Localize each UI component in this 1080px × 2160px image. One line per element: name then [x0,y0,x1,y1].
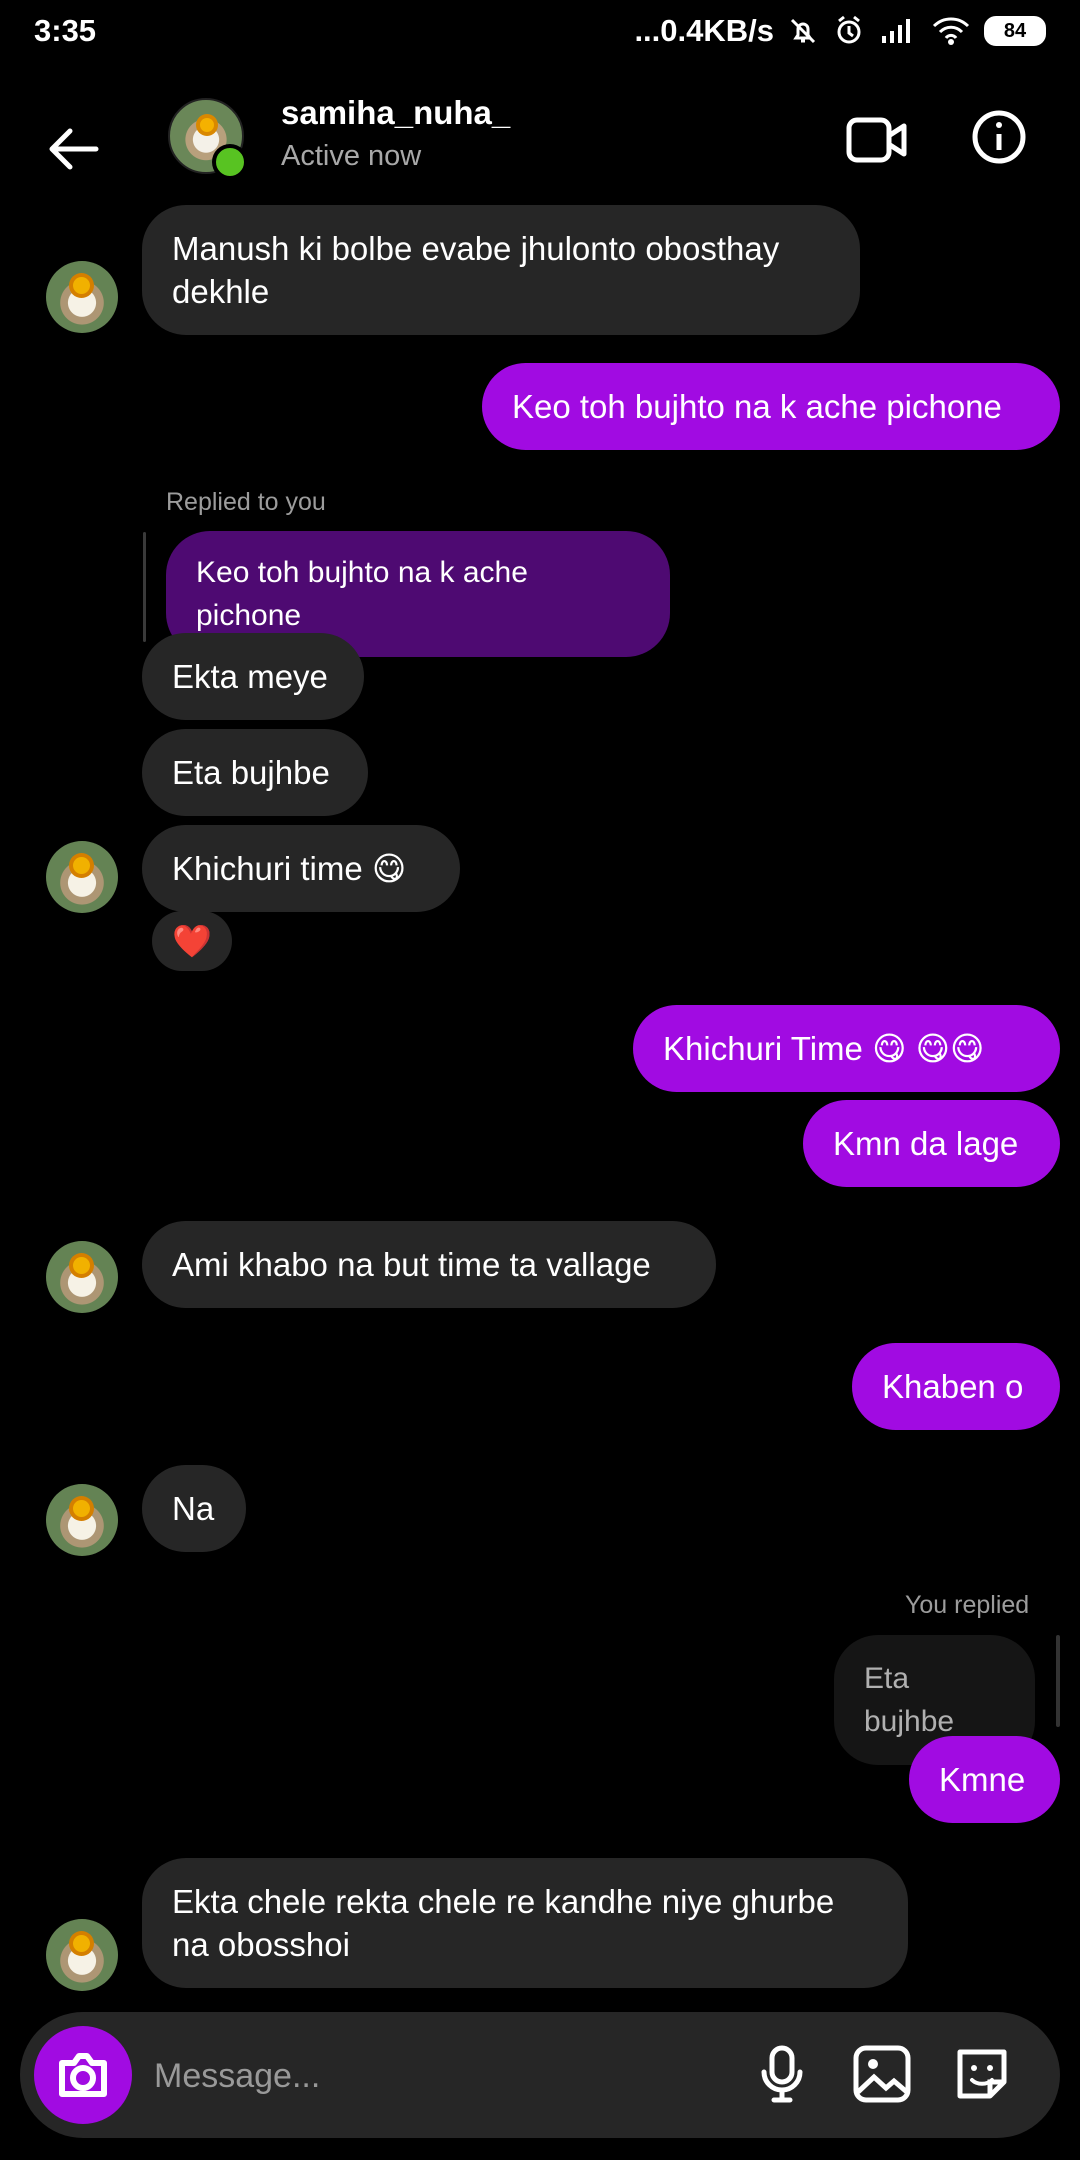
reply-line [143,532,146,642]
reply-label: You replied [905,1591,1030,1619]
sender-avatar[interactable] [46,841,118,913]
camera-icon [59,2053,107,2097]
message-composer [20,2012,1060,2138]
incoming-message[interactable]: Ami khabo na but time ta vallage [142,1221,716,1308]
gallery-icon[interactable] [850,2042,914,2106]
wifi-icon [932,17,970,45]
signal-icon [882,19,910,43]
online-status-dot [212,144,248,180]
status-icons: ...0.4KB/s 84 [634,13,1046,49]
sender-avatar[interactable] [46,1484,118,1556]
outgoing-message[interactable]: Khichuri Time 😋 😋😋 [633,1005,1060,1092]
incoming-message[interactable]: Na [142,1465,246,1552]
incoming-message[interactable]: Eta bujhbe [142,729,368,816]
outgoing-message[interactable]: Keo toh bujhto na k ache pichone [482,363,1060,450]
status-bar: 3:35 ...0.4KB/s 84 [0,0,1080,62]
incoming-message[interactable]: Khichuri time 😋 [142,825,460,912]
microphone-icon[interactable] [750,2042,814,2106]
outgoing-message[interactable]: Kmn da lage [803,1100,1060,1187]
info-icon[interactable] [970,108,1028,166]
reply-label: Replied to you [166,488,326,516]
conversation-header: samiha_nuha_ Active now [0,90,1080,220]
outgoing-message[interactable]: Khaben o [852,1343,1060,1430]
status-time: 3:35 [34,13,97,48]
alarm-icon [837,15,861,44]
reply-line [1056,1635,1060,1727]
contact-name[interactable]: samiha_nuha_ [281,94,510,132]
active-status: Active now [281,140,422,172]
sender-avatar[interactable] [46,261,118,333]
notifications-off-icon [790,18,816,44]
sender-avatar[interactable] [46,1241,118,1313]
incoming-message[interactable]: Manush ki bolbe evabe jhulonto obosthay … [142,205,860,335]
sticker-icon[interactable] [950,2042,1014,2106]
video-call-icon[interactable] [845,108,909,172]
back-arrow-icon[interactable] [38,114,108,184]
message-thread: Manush ki bolbe evabe jhulonto obosthay … [0,205,1080,2005]
battery-icon: 84 [984,16,1046,46]
incoming-message[interactable]: Ekta meye [142,633,364,720]
message-input[interactable] [152,2046,656,2106]
outgoing-message[interactable]: Kmne [909,1736,1060,1823]
network-speed: ...0.4KB/s [634,13,774,48]
sender-avatar[interactable] [46,1919,118,1991]
camera-button[interactable] [34,2026,132,2124]
incoming-message[interactable]: Ekta chele rekta chele re kandhe niye gh… [142,1858,908,1988]
heart-reaction[interactable]: ❤️ [152,911,232,971]
